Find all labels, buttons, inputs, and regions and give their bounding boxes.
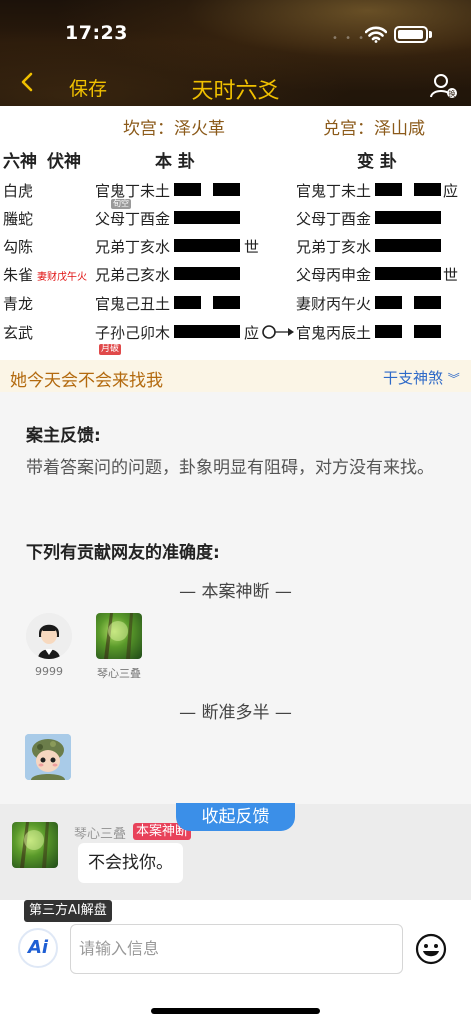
changed-line-text: 官鬼丁未土 bbox=[296, 182, 372, 200]
six-god: 勾陈 bbox=[3, 238, 34, 256]
yang-line bbox=[375, 267, 441, 280]
forest-avatar-icon bbox=[104, 613, 133, 659]
yin-line bbox=[414, 183, 441, 196]
question-bar: 她今天会不会来找我 干支神煞 ︾ bbox=[0, 360, 471, 392]
table-row: 朱雀 妻财戊午火 兄弟己亥水 父母丙申金 世 bbox=[0, 264, 471, 292]
page-title: 天时六爻 bbox=[191, 79, 280, 104]
user-name: 琴心三叠 bbox=[97, 667, 141, 680]
header-base: 本 卦 bbox=[155, 152, 195, 172]
ai-tooltip: 第三方AI解盘 bbox=[24, 900, 112, 922]
changed-line-text: 兄弟丁亥水 bbox=[296, 238, 372, 256]
shi-mark: 世 bbox=[443, 266, 459, 284]
yang-line bbox=[375, 239, 441, 252]
monk-avatar-icon bbox=[26, 613, 72, 659]
header-hidden: 伏神 bbox=[47, 152, 81, 172]
changed-line-text: 父母丁酉金 bbox=[296, 210, 372, 228]
wifi-icon bbox=[365, 26, 387, 43]
base-line-text: 兄弟己亥水 bbox=[95, 266, 171, 284]
ying-mark: 应 bbox=[443, 182, 459, 200]
yin-line bbox=[174, 183, 201, 196]
table-row: 玄武 子孙己卯木 应 官鬼丙辰土 bbox=[0, 322, 471, 350]
six-god: 朱雀 bbox=[3, 266, 34, 284]
table-row: 青龙 官鬼己丑土 妻财丙午火 bbox=[0, 293, 471, 321]
yin-line bbox=[213, 296, 240, 309]
changed-line-text: 官鬼丙辰土 bbox=[296, 324, 372, 342]
yang-line bbox=[375, 211, 441, 224]
question-text: 她今天会不会来找我 bbox=[10, 371, 163, 391]
comment-bubble: 不会找你。 bbox=[78, 843, 183, 883]
six-god: 螣蛇 bbox=[3, 210, 34, 228]
commenter-avatar[interactable] bbox=[12, 822, 58, 868]
accuracy-title: 下列有贡献网友的准确度: bbox=[26, 543, 220, 563]
base-line-text: 官鬼己丑土 bbox=[95, 295, 171, 313]
yuepo-tag: 月破 bbox=[99, 344, 122, 355]
user-button[interactable]: 换 bbox=[430, 72, 458, 104]
home-indicator bbox=[151, 1008, 320, 1014]
message-input[interactable]: 请输入信息 bbox=[70, 924, 403, 974]
status-time: 17:23 bbox=[65, 22, 128, 44]
table-row: 螣蛇 父母丁酉金 父母丁酉金 bbox=[0, 208, 471, 236]
emoji-icon bbox=[415, 933, 447, 965]
yang-line bbox=[174, 267, 240, 280]
forest-avatar-icon bbox=[20, 822, 49, 868]
yin-line bbox=[375, 296, 402, 309]
user-icon: 换 bbox=[430, 74, 457, 98]
moving-line-arrow-icon bbox=[262, 325, 294, 339]
base-line-text: 子孙己卯木 bbox=[95, 324, 171, 342]
user-name: 9999 bbox=[35, 665, 63, 678]
six-god: 青龙 bbox=[3, 295, 34, 313]
battery-tip bbox=[429, 31, 432, 38]
feedback-panel: 案主反馈: 带着答案问的问题，卦象明显有阻碍，对方没有来找。 下列有贡献网友的准… bbox=[0, 392, 471, 804]
six-god: 玄武 bbox=[3, 324, 34, 342]
table-row: 勾陈 兄弟丁亥水 世 兄弟丁亥水 bbox=[0, 236, 471, 264]
base-line-text: 官鬼丁未土 bbox=[95, 182, 171, 200]
header-changed: 变 卦 bbox=[357, 152, 397, 172]
table-row: 白虎 官鬼丁未土 官鬼丁未土 应 bbox=[0, 180, 471, 208]
svg-text:换: 换 bbox=[449, 89, 456, 98]
yin-line bbox=[375, 325, 402, 338]
section-accurate: — 本案神断 — bbox=[179, 582, 292, 602]
six-god: 白虎 bbox=[3, 182, 34, 200]
screen: 17:23 • • • • 保存 天时六爻 换 坎宫：泽火革 兑宫：泽山咸 六神… bbox=[0, 0, 471, 1024]
feedback-body: 带着答案问的问题，卦象明显有阻碍，对方没有来找。 bbox=[26, 458, 434, 478]
feedback-title: 案主反馈: bbox=[26, 426, 101, 446]
yang-line bbox=[174, 325, 240, 338]
ying-mark: 应 bbox=[244, 324, 260, 342]
base-line-text: 父母丁酉金 bbox=[95, 210, 171, 228]
monk-avatar[interactable] bbox=[26, 613, 72, 659]
base-line-text: 兄弟丁亥水 bbox=[95, 238, 171, 256]
xunkong-tag: 旬空 bbox=[111, 199, 131, 209]
section-mostly: — 断准多半 — bbox=[179, 703, 292, 723]
header-six-gods: 六神 bbox=[3, 152, 37, 172]
hidden-spirit: 妻财戊午火 bbox=[37, 272, 87, 283]
collapse-feedback-button[interactable]: 收起反馈 bbox=[176, 803, 295, 831]
soldier-avatar-icon bbox=[25, 734, 71, 780]
base-palace: 坎宫：泽火革 bbox=[123, 119, 225, 139]
yin-line bbox=[174, 296, 201, 309]
yang-line bbox=[174, 239, 240, 252]
commenter-name: 琴心三叠 bbox=[74, 827, 127, 842]
changed-palace: 兑宫：泽山咸 bbox=[323, 119, 425, 139]
emoji-button[interactable] bbox=[415, 933, 447, 969]
ganzhi-link-label: 干支神煞 bbox=[383, 369, 444, 387]
double-chevron-down-icon: ︾ bbox=[447, 372, 460, 386]
soldier-avatar[interactable] bbox=[25, 734, 71, 780]
yin-line bbox=[213, 183, 240, 196]
changed-line-text: 妻财丙午火 bbox=[296, 295, 372, 313]
yang-line bbox=[174, 211, 240, 224]
yin-line bbox=[414, 325, 441, 338]
ai-button[interactable]: Ai bbox=[18, 928, 58, 968]
changed-line-text: 父母丙申金 bbox=[296, 266, 372, 284]
forest-avatar[interactable] bbox=[96, 613, 142, 659]
shi-mark: 世 bbox=[244, 238, 260, 256]
ganzhi-link[interactable]: 干支神煞 ︾ bbox=[383, 367, 460, 388]
battery-icon bbox=[394, 26, 428, 43]
header: 17:23 • • • • 保存 天时六爻 换 bbox=[0, 0, 471, 106]
yin-line bbox=[375, 183, 402, 196]
yin-line bbox=[414, 296, 441, 309]
